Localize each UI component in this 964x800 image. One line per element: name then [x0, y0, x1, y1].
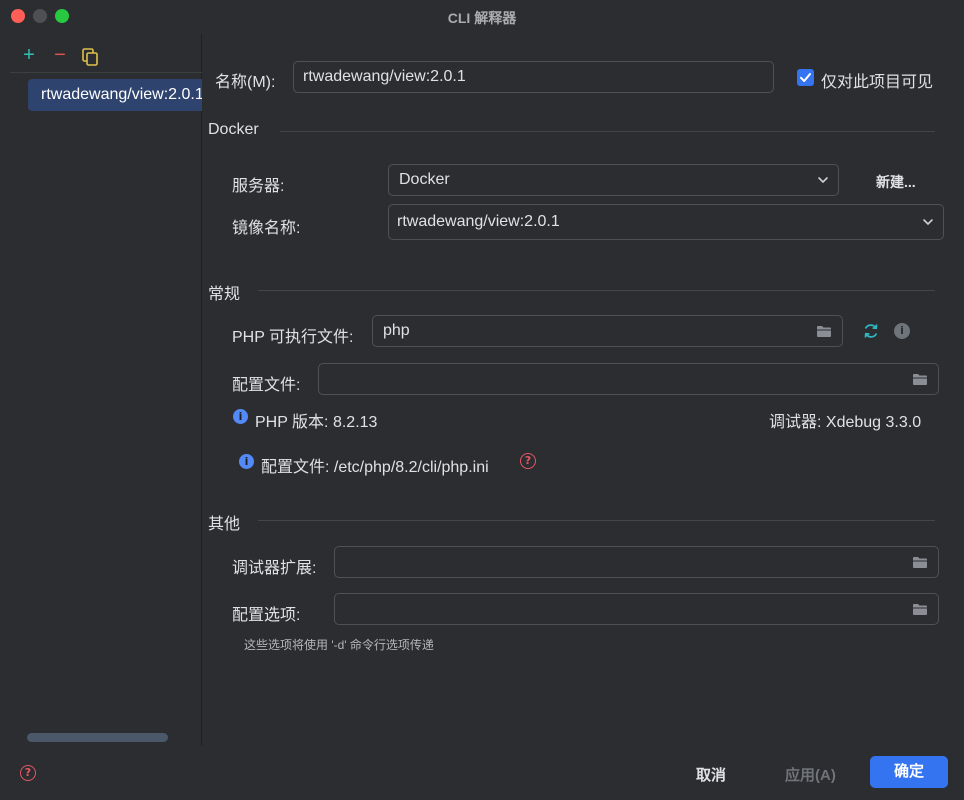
- info-icon: i: [239, 454, 254, 469]
- folder-icon[interactable]: [912, 373, 928, 386]
- help-icon[interactable]: ?: [520, 453, 536, 469]
- config-path-text: 配置文件: /etc/php/8.2/cli/php.ini: [261, 459, 489, 476]
- server-select-value: Docker: [399, 171, 450, 188]
- title-bar: CLI 解释器: [0, 0, 964, 34]
- config-options-field[interactable]: [334, 593, 939, 625]
- apply-button[interactable]: 应用(A): [785, 764, 836, 785]
- php-version-text: PHP 版本: 8.2.13: [255, 414, 378, 431]
- image-name-combobox[interactable]: rtwadewang/view:2.0.1: [388, 204, 944, 240]
- list-toolbar: + −: [0, 44, 202, 70]
- refresh-icon[interactable]: [862, 322, 880, 340]
- section-divider: [280, 131, 935, 132]
- help-icon[interactable]: ?: [20, 765, 36, 781]
- list-divider: [10, 72, 202, 73]
- info-icon: i: [233, 409, 248, 424]
- other-section-header: 其他: [208, 510, 935, 533]
- server-label: 服务器:: [232, 178, 285, 195]
- folder-icon[interactable]: [912, 556, 928, 569]
- debugger-extension-label: 调试器扩展:: [232, 560, 317, 577]
- image-name-label: 镜像名称:: [232, 220, 301, 237]
- new-server-button[interactable]: 新建...: [876, 172, 916, 192]
- chevron-down-icon: [923, 219, 933, 226]
- copy-icon: [82, 48, 98, 66]
- php-executable-label: PHP 可执行文件:: [232, 329, 354, 346]
- project-only-checkbox[interactable]: [797, 69, 814, 86]
- server-select[interactable]: Docker: [388, 164, 839, 196]
- cli-interpreter-dialog: CLI 解释器 + − rtwadewang/view:2.0.1 名称(M):…: [0, 0, 964, 800]
- config-options-hint: 这些选项将使用 '-d' 命令行选项传递: [244, 638, 434, 652]
- name-label: 名称(M):: [215, 74, 276, 91]
- config-file-label: 配置文件:: [232, 377, 301, 394]
- ok-button[interactable]: 确定: [870, 756, 948, 788]
- other-section-title: 其他: [208, 516, 241, 533]
- cancel-button[interactable]: 取消: [696, 764, 726, 785]
- section-divider: [258, 290, 935, 291]
- php-executable-field[interactable]: php: [372, 315, 843, 347]
- docker-section-header: Docker: [208, 121, 935, 141]
- image-name-value: rtwadewang/view:2.0.1: [397, 213, 560, 230]
- config-options-label: 配置选项:: [232, 607, 301, 624]
- copy-interpreter-button[interactable]: [79, 48, 101, 72]
- config-file-field[interactable]: [318, 363, 939, 395]
- add-interpreter-button[interactable]: +: [18, 44, 40, 68]
- debugger-extension-field[interactable]: [334, 546, 939, 578]
- debugger-version-text: 调试器: Xdebug 3.3.0: [769, 414, 922, 431]
- general-section-header: 常规: [208, 280, 935, 303]
- remove-interpreter-button[interactable]: −: [49, 44, 71, 68]
- chevron-down-icon: [818, 177, 828, 184]
- interpreter-list-panel: + − rtwadewang/view:2.0.1: [0, 34, 202, 746]
- list-horizontal-scrollbar[interactable]: [27, 733, 168, 742]
- project-only-label[interactable]: 仅对此项目可见: [821, 68, 933, 92]
- section-divider: [258, 520, 935, 521]
- checkmark-icon: [800, 73, 811, 82]
- interpreter-list-item[interactable]: rtwadewang/view:2.0.1: [28, 79, 202, 111]
- name-input[interactable]: [293, 61, 774, 93]
- php-executable-value: php: [383, 322, 410, 339]
- window-title: CLI 解释器: [447, 10, 517, 26]
- folder-icon[interactable]: [912, 603, 928, 616]
- info-gray-icon[interactable]: i: [894, 323, 910, 339]
- docker-section-title: Docker: [208, 121, 259, 138]
- folder-icon[interactable]: [816, 325, 832, 338]
- general-section-title: 常规: [208, 286, 241, 303]
